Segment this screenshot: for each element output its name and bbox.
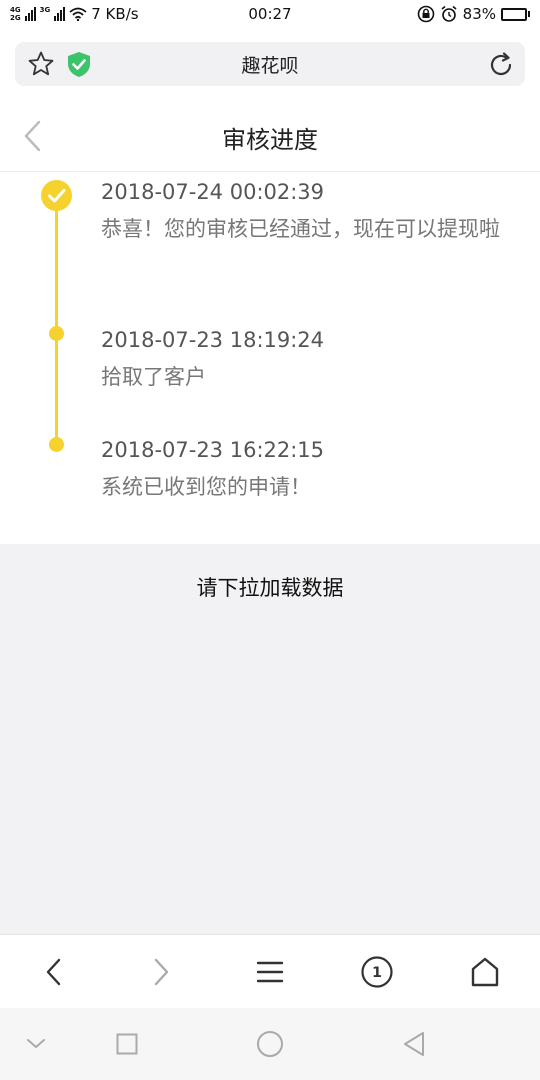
page-header: 审核进度 xyxy=(0,100,540,172)
alarm-icon xyxy=(441,5,457,22)
status-bar: 4G 2G 3G 0 7 KB/s 00:27 xyxy=(0,0,540,28)
signal-icon xyxy=(24,7,36,21)
timeline-dot xyxy=(49,437,64,452)
back-button[interactable] xyxy=(34,953,74,991)
entry-message: 拾取了客户 xyxy=(101,365,206,389)
rotation-lock-icon xyxy=(417,5,434,23)
menu-button[interactable] xyxy=(250,953,290,991)
tabs-icon: 1 xyxy=(361,956,393,988)
recents-button[interactable] xyxy=(109,1028,145,1060)
network-type-indicator-2: 3G 0 xyxy=(40,6,51,22)
timeline-dot xyxy=(49,326,64,341)
home-button[interactable] xyxy=(465,953,505,991)
home-icon xyxy=(471,957,499,987)
forward-button[interactable] xyxy=(141,953,181,991)
page-title: 审核进度 xyxy=(222,126,318,154)
signal-icon-2 xyxy=(54,7,66,21)
screen: 4G 2G 3G 0 7 KB/s 00:27 xyxy=(0,0,540,1080)
system-back-button[interactable] xyxy=(396,1028,432,1060)
system-nav-bar xyxy=(0,1008,540,1080)
timeline-entry: 2018-07-23 16:22:15 系统已收到您的申请！ xyxy=(101,432,533,506)
progress-timeline: 2018-07-24 00:02:39 恭喜！您的审核已经通过，现在可以提现啦 … xyxy=(0,172,540,544)
network-speed: 7 KB/s xyxy=(91,5,139,23)
status-left: 4G 2G 3G 0 7 KB/s xyxy=(10,5,139,23)
timeline-entry: 2018-07-23 18:19:24 拾取了客户 xyxy=(101,322,533,396)
tab-count: 1 xyxy=(372,965,382,981)
content-area[interactable]: 请下拉加载数据 xyxy=(0,544,540,934)
shield-check-icon[interactable] xyxy=(66,51,92,78)
wifi-icon xyxy=(69,7,87,21)
address-bar[interactable]: 趣花呗 xyxy=(15,42,525,86)
timeline-entry: 2018-07-24 00:02:39 恭喜！您的审核已经通过，现在可以提现啦 xyxy=(101,174,533,248)
timeline-line xyxy=(55,194,58,446)
star-icon[interactable] xyxy=(27,50,55,78)
chevron-down-icon xyxy=(27,1039,45,1049)
entry-message: 恭喜！您的审核已经通过，现在可以提现啦 xyxy=(101,217,500,241)
browser-toolbar: 1 xyxy=(0,934,540,1008)
menu-icon xyxy=(256,961,284,983)
forward-arrow-icon xyxy=(154,958,169,986)
tabs-button[interactable]: 1 xyxy=(357,953,397,991)
entry-time: 2018-07-24 00:02:39 xyxy=(101,180,325,204)
recents-square-icon xyxy=(116,1033,138,1055)
pull-to-load-hint: 请下拉加载数据 xyxy=(196,576,344,600)
network-type-top: 4G xyxy=(10,6,21,14)
network-type-2: 3G xyxy=(39,6,51,14)
battery-icon xyxy=(501,7,530,21)
network-type-indicator: 4G 2G xyxy=(10,6,21,22)
home-circle-icon xyxy=(257,1031,283,1057)
status-right: 83% xyxy=(417,5,530,23)
back-arrow-icon xyxy=(46,958,61,986)
battery-percent: 83% xyxy=(462,5,496,23)
entry-message: 系统已收到您的申请！ xyxy=(101,475,311,499)
back-triangle-icon xyxy=(404,1032,424,1056)
collapse-nav-button[interactable] xyxy=(18,1028,54,1060)
system-home-button[interactable] xyxy=(252,1028,288,1060)
refresh-icon[interactable] xyxy=(487,51,515,79)
check-circle-icon xyxy=(41,180,72,211)
network-type-bottom: 2G xyxy=(10,14,21,22)
entry-time: 2018-07-23 16:22:15 xyxy=(101,438,325,462)
entry-time: 2018-07-23 18:19:24 xyxy=(101,328,325,352)
